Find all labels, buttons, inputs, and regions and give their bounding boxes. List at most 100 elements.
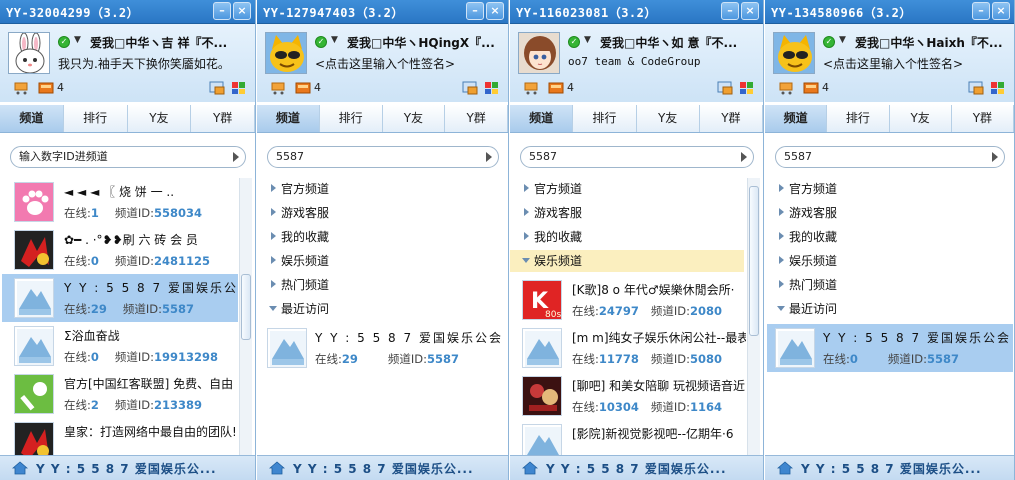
channel-search-input[interactable]: 输入数字ID进频道	[10, 146, 246, 168]
tab-y-groups[interactable]: Y群	[699, 105, 763, 132]
nickname[interactable]: 爱我□中华ヽ吉 祥『不...	[90, 34, 249, 51]
expand-right-icon[interactable]	[524, 208, 529, 216]
channel-search-input[interactable]: 5587	[520, 146, 754, 168]
mailbox-icon[interactable]	[38, 81, 54, 95]
tab-y-groups[interactable]: Y群	[445, 105, 508, 132]
expand-right-icon[interactable]	[271, 256, 276, 264]
mailbox-icon[interactable]	[295, 81, 311, 95]
bottom-status-bar[interactable]: Y Y : 5 5 8 7 爱国娱乐公...	[510, 455, 763, 480]
tab-ranking[interactable]: 排行	[63, 105, 128, 132]
bottom-status-bar[interactable]: Y Y : 5 5 8 7 爱国娱乐公...	[0, 455, 255, 480]
shop-icon[interactable]	[779, 81, 795, 95]
mailbox-icon[interactable]	[803, 81, 819, 95]
tree-node[interactable]: 最近访问	[765, 298, 1013, 320]
palette-icon[interactable]	[231, 81, 247, 95]
expand-right-icon[interactable]	[779, 184, 784, 192]
status-dropdown-icon[interactable]: ▼	[584, 35, 591, 45]
online-status-icon[interactable]: ✓	[58, 36, 70, 48]
expand-right-icon[interactable]	[271, 184, 276, 192]
tree-node[interactable]: 热门频道	[765, 274, 1013, 296]
close-button[interactable]: ×	[233, 2, 251, 20]
shop-icon[interactable]	[524, 81, 540, 95]
tree-node[interactable]: 我的收藏	[257, 226, 507, 248]
expand-right-icon[interactable]	[779, 232, 784, 240]
status-dropdown-icon[interactable]: ▼	[839, 35, 846, 45]
go-arrow-icon[interactable]	[992, 152, 998, 162]
tab-y-friends[interactable]: Y友	[127, 105, 192, 132]
home-icon[interactable]	[268, 461, 286, 475]
expand-right-icon[interactable]	[779, 208, 784, 216]
tree-node[interactable]: 官方频道	[510, 178, 744, 200]
vertical-scrollbar[interactable]	[747, 178, 760, 455]
channel-row[interactable]: [m m]纯女子娱乐休闲公社--最表 在线:11778 频道ID:5080	[512, 324, 746, 372]
scrollbar-thumb[interactable]	[241, 274, 251, 340]
palette-icon[interactable]	[990, 81, 1006, 95]
tree-node[interactable]: 娱乐频道	[510, 250, 744, 272]
channel-search-input[interactable]: 5587	[775, 146, 1005, 168]
expand-right-icon[interactable]	[271, 232, 276, 240]
title-bar[interactable]: YY-116023081（3.2） – ×	[510, 0, 763, 24]
expand-down-icon[interactable]	[269, 306, 277, 311]
avatar[interactable]	[518, 32, 560, 74]
tab-y-friends[interactable]: Y友	[636, 105, 700, 132]
tree-node[interactable]: 娱乐频道	[257, 250, 507, 272]
signature[interactable]: <点击这里输入个性签名>	[315, 55, 502, 72]
screen-icon[interactable]	[717, 81, 733, 95]
screen-icon[interactable]	[968, 81, 984, 95]
expand-right-icon[interactable]	[271, 208, 276, 216]
tab-ranking[interactable]: 排行	[827, 105, 890, 132]
scrollbar-thumb[interactable]	[749, 186, 759, 336]
expand-right-icon[interactable]	[524, 232, 529, 240]
screen-icon[interactable]	[209, 81, 225, 95]
channel-row[interactable]: [聊吧] 和美女陪聊 玩视频语音近 在线:10304 频道ID:1164	[512, 372, 746, 420]
minimize-button[interactable]: –	[213, 2, 231, 20]
channel-search-input[interactable]: 5587	[267, 146, 499, 168]
tree-node[interactable]: 娱乐频道	[765, 250, 1013, 272]
close-button[interactable]: ×	[486, 2, 504, 20]
avatar[interactable]	[8, 32, 50, 74]
tree-node[interactable]: 游戏客服	[765, 202, 1013, 224]
expand-right-icon[interactable]	[524, 184, 529, 192]
online-status-icon[interactable]: ✓	[823, 36, 835, 48]
tab-ranking[interactable]: 排行	[319, 105, 383, 132]
expand-down-icon[interactable]	[522, 258, 530, 263]
recent-channel-row[interactable]: Y Y : 5 5 8 7 爱国娱乐公会 欢迎在线:29 频道ID:5587	[259, 324, 507, 372]
tab-ranking[interactable]: 排行	[573, 105, 637, 132]
screen-icon[interactable]	[462, 81, 478, 95]
go-arrow-icon[interactable]	[233, 152, 239, 162]
channel-row[interactable]: K 80s [K歌]8 o 年代♂娱樂休閒会所· 在线:24797 频道ID:2080	[512, 276, 746, 324]
status-dropdown-icon[interactable]: ▼	[74, 35, 81, 45]
status-dropdown-icon[interactable]: ▼	[331, 35, 338, 45]
tree-node[interactable]: 官方频道	[257, 178, 507, 200]
tree-node[interactable]: 游戏客服	[510, 202, 744, 224]
signature[interactable]: <点击这里输入个性签名>	[823, 55, 1008, 72]
recent-channel-row[interactable]: Y Y : 5 5 8 7 爱国娱乐公会 欢迎在线:0 频道ID:5587	[767, 324, 1013, 372]
nickname[interactable]: 爱我□中华ヽ如 意『不...	[600, 34, 757, 51]
online-status-icon[interactable]: ✓	[568, 36, 580, 48]
palette-icon[interactable]	[739, 81, 755, 95]
home-icon[interactable]	[11, 461, 29, 475]
title-bar[interactable]: YY-32004299（3.2） – ×	[0, 0, 255, 24]
channel-row[interactable]: 官方[中国红客联盟] 免费、自由 在线:2 频道ID:213389	[2, 370, 238, 418]
shop-icon[interactable]	[14, 81, 30, 95]
tree-node[interactable]: 我的收藏	[765, 226, 1013, 248]
channel-row[interactable]: Σ浴血奋战 在线:0 频道ID:19913298	[2, 322, 238, 370]
tab-y-groups[interactable]: Y群	[951, 105, 1014, 132]
tab-y-groups[interactable]: Y群	[191, 105, 255, 132]
online-status-icon[interactable]: ✓	[315, 36, 327, 48]
expand-right-icon[interactable]	[779, 280, 784, 288]
go-arrow-icon[interactable]	[486, 152, 492, 162]
minimize-button[interactable]: –	[466, 2, 484, 20]
expand-right-icon[interactable]	[779, 256, 784, 264]
tree-node[interactable]: 官方频道	[765, 178, 1013, 200]
tab-y-friends[interactable]: Y友	[889, 105, 952, 132]
avatar[interactable]	[773, 32, 815, 74]
channel-row[interactable]: ◄ ◄ ◄ 〖 烧 饼 一 .. 在线:1 频道ID:558034	[2, 178, 238, 226]
avatar[interactable]	[265, 32, 307, 74]
mailbox-icon[interactable]	[548, 81, 564, 95]
bottom-status-bar[interactable]: Y Y : 5 5 8 7 爱国娱乐公...	[257, 455, 508, 480]
tree-node[interactable]: 我的收藏	[510, 226, 744, 248]
expand-down-icon[interactable]	[777, 306, 785, 311]
nickname[interactable]: 爱我□中华ヽHQingX『...	[347, 34, 502, 51]
tab-channel[interactable]: 频道	[257, 105, 320, 132]
